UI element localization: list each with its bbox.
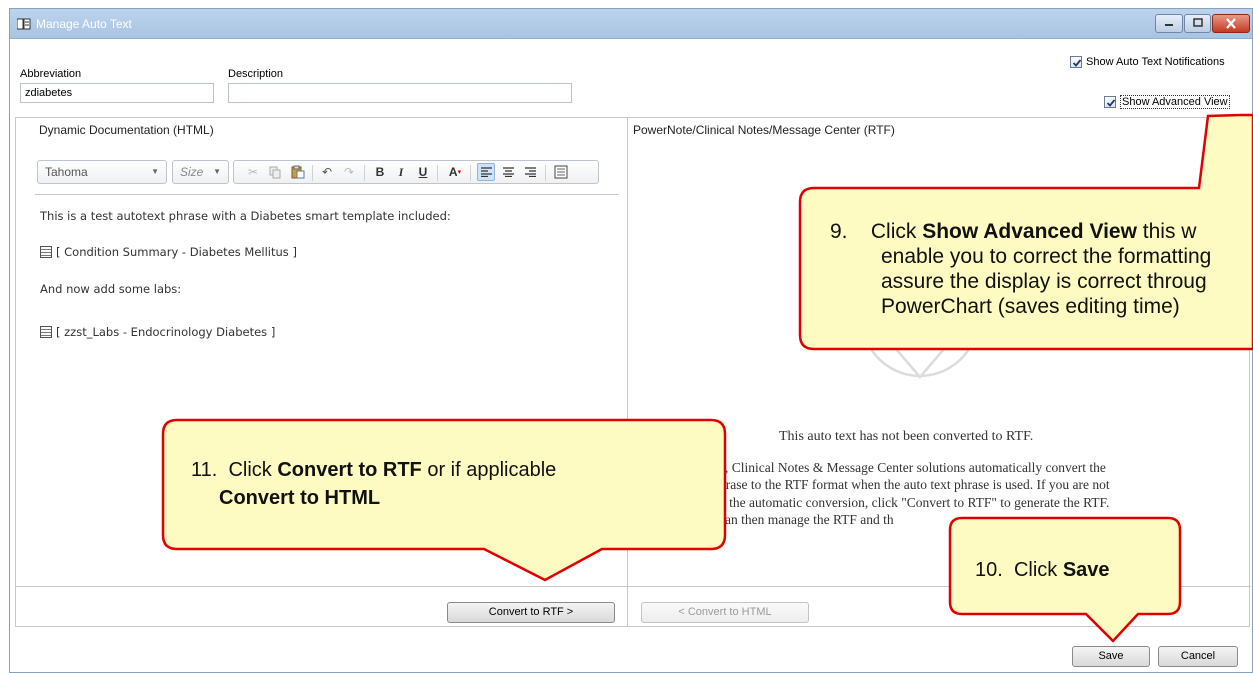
smart-template-line[interactable]: [ zzst_Labs - Endocrinology Diabetes ] [40,325,275,339]
toolbar-separator [437,165,438,181]
callout-10-pre: Click [1013,559,1063,581]
callout-11-post: or if applicable [421,459,557,481]
format-toolbar: ✂ ↶ ↷ B I U A ▾ [233,160,599,184]
rtf-explanation-line: e, Clinical Notes & Message Center solut… [719,460,1106,475]
checkmark-icon [1072,59,1082,67]
convert-to-html-button[interactable]: < Convert to HTML [641,602,809,623]
rtf-explanation-line: h the automatic conversion, click "Conve… [719,495,1110,510]
font-family-value: Tahoma [45,165,88,179]
save-button[interactable]: Save [1072,646,1150,667]
cut-icon[interactable]: ✂ [244,163,262,181]
align-center-icon[interactable] [499,163,517,181]
toolbar-separator [312,165,313,181]
envelope-watermark-icon [864,338,976,379]
smart-template-icon [40,246,52,258]
maximize-button[interactable] [1184,14,1211,33]
editor-text-line[interactable]: This is a test autotext phrase with a Di… [40,209,451,223]
smart-template-icon [40,326,52,338]
editor-text-line[interactable]: And now add some labs: [40,282,181,296]
rtf-explanation-line: hrase to the RTF format when the auto te… [719,477,1110,492]
callout-9-line: enable you to correct the formatting [881,245,1212,268]
paste-icon[interactable] [289,163,307,181]
callout-11-bold-2: Convert to HTML [219,487,381,509]
callout-11-line: Convert to HTML [191,484,556,512]
toolbar-separator [470,165,471,181]
convert-to-rtf-button[interactable]: Convert to RTF > [447,602,615,623]
callout-11-number: 11. [191,459,218,481]
toolbar-separator [545,165,546,181]
redo-icon[interactable]: ↷ [340,163,358,181]
chevron-down-icon: ▼ [213,167,221,176]
html-panel-title: Dynamic Documentation (HTML) [39,123,214,137]
toolbar-separator [364,165,365,181]
italic-icon[interactable]: I [392,163,410,181]
footer-divider [16,586,1251,587]
undo-icon[interactable]: ↶ [318,163,336,181]
description-label: Description [228,68,284,80]
callout-9-line: assure the display is correct throug [881,270,1207,293]
callout-9-bold: Show Advanced View [922,220,1137,243]
maximize-icon [1192,18,1203,27]
checkmark-icon [1106,99,1116,107]
toolbar-underline [35,194,619,195]
checkbox-box [1070,56,1082,68]
close-button[interactable] [1212,14,1250,33]
underline-icon[interactable]: U [414,163,432,181]
copy-icon[interactable] [266,163,284,181]
font-family-select[interactable]: Tahoma ▼ [37,160,167,184]
close-icon [1226,18,1236,29]
panel-divider [627,118,628,627]
callout-9-line: 9. Click Show Advanced View this w [830,219,1211,244]
smart-template-label: [ Condition Summary - Diabetes Mellitus … [56,245,297,259]
title-bar[interactable]: Manage Auto Text [10,9,1252,39]
abbreviation-field[interactable]: zdiabetes [20,83,214,103]
checkbox-box [1104,96,1116,108]
show-notifications-checkbox[interactable]: Show Auto Text Notifications [1070,56,1225,68]
insert-template-icon[interactable] [552,163,570,181]
callout-9-pre: Click [870,220,923,243]
description-field[interactable] [228,83,572,103]
align-right-icon[interactable] [521,163,539,181]
font-size-select[interactable]: Size ▼ [172,160,229,184]
smart-template-line[interactable]: [ Condition Summary - Diabetes Mellitus … [40,245,297,259]
font-size-placeholder: Size [180,165,204,179]
minimize-button[interactable] [1155,14,1183,33]
callout-9-post: this w [1136,220,1197,243]
callout-10-bold: Save [1062,559,1110,581]
align-left-icon[interactable] [477,163,495,181]
callout-10-number: 10. [975,559,1003,581]
minimize-icon [1165,24,1173,26]
callout-9-number: 9. [830,220,848,243]
chevron-down-icon: ▼ [151,167,159,176]
callout-11-bold: Convert to RTF [277,459,422,481]
show-notifications-label: Show Auto Text Notifications [1086,56,1225,68]
rtf-explanation-line: can then manage the RTF and th [719,512,894,527]
callout-10-text: 10. Click Save [975,558,1110,583]
callout-9-line: PowerChart (saves editing time) [881,295,1180,318]
abbreviation-label: Abbreviation [20,68,82,80]
cancel-button[interactable]: Cancel [1158,646,1238,667]
callout-11-pre: Click [228,459,278,481]
app-icon [17,18,31,30]
callout-11-line: 11. Click Convert to RTF or if applicabl… [191,456,556,484]
font-color-icon[interactable]: A ▾ [444,163,466,181]
bold-icon[interactable]: B [371,163,389,181]
callout-11-text: 11. Click Convert to RTF or if applicabl… [191,456,556,512]
show-advanced-view-checkbox[interactable]: Show Advanced View [1104,95,1230,109]
show-advanced-view-label: Show Advanced View [1120,95,1230,109]
window-title: Manage Auto Text [36,17,132,31]
smart-template-label: [ zzst_Labs - Endocrinology Diabetes ] [56,325,276,339]
rtf-not-converted-message: This auto text has not been converted to… [779,429,1034,444]
rtf-panel-title: PowerNote/Clinical Notes/Message Center … [633,123,895,137]
callout-9-text: 9. Click Show Advanced View this w enabl… [830,219,1211,319]
